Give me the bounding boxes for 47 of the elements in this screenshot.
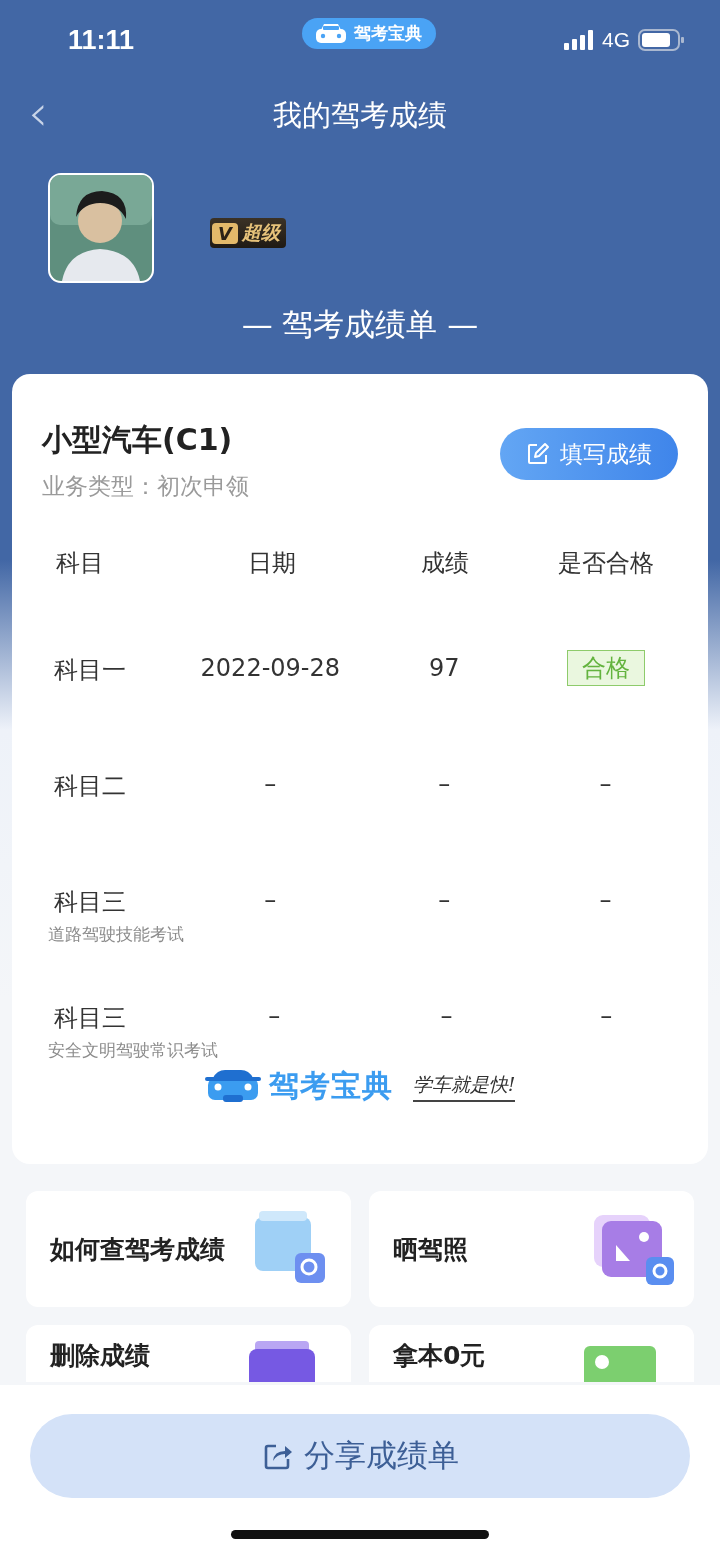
shortcut-tile[interactable]: 晒驾照 — [369, 1191, 694, 1307]
table-cell: – — [440, 1002, 453, 1030]
table-cell: – — [599, 886, 612, 914]
table-cell: 97 — [428, 654, 460, 682]
section-title: — 驾考成绩单 — — [240, 305, 480, 344]
network-label: 4G — [602, 28, 630, 52]
column-header: 是否合格 — [556, 548, 655, 579]
signal-icon — [564, 30, 594, 50]
shortcut-tile[interactable]: 拿本0元 — [369, 1325, 694, 1382]
shortcut-tile[interactable]: 删除成绩 — [26, 1325, 351, 1382]
table-cell: – — [264, 886, 277, 914]
column-header: 科目 — [55, 548, 105, 579]
vip-badge: V 超级 — [210, 218, 286, 248]
column-header: 日期 — [246, 548, 297, 579]
table-cell: – — [438, 770, 451, 798]
car-icon — [314, 22, 349, 44]
tile-label: 删除成绩 — [50, 1340, 150, 1372]
subject-name: 科目二 — [53, 771, 127, 802]
money-tile-icon — [584, 1346, 656, 1382]
business-type: 业务类型：初次申领 — [42, 472, 249, 501]
tile-label: 晒驾照 — [393, 1233, 468, 1266]
battery-icon — [638, 29, 684, 51]
pass-tag: 合格 — [566, 650, 645, 686]
table-cell: – — [268, 1002, 281, 1030]
license-type: 小型汽车(C1) — [42, 421, 234, 459]
subject-note: 安全文明驾驶常识考试 — [48, 1039, 218, 1062]
table-cell: 2022-09-28 — [200, 654, 341, 682]
shortcut-tile[interactable]: 如何查驾考成绩 — [26, 1191, 351, 1307]
subject-name: 科目一 — [53, 655, 127, 686]
tile-label: 如何查驾考成绩 — [50, 1233, 225, 1266]
brand-logo: 驾考宝典 — [268, 1067, 393, 1105]
column-header: 成绩 — [420, 548, 470, 579]
table-cell: – — [438, 886, 451, 914]
back-button[interactable]: ‹ — [20, 88, 56, 138]
subject-name: 科目三 — [53, 887, 127, 918]
subject-name: 科目三 — [53, 1003, 127, 1034]
page-title: 我的驾考成绩 — [273, 97, 447, 134]
table-cell: – — [264, 770, 277, 798]
table-cell: – — [599, 770, 612, 798]
table-cell: – — [600, 1002, 613, 1030]
slogan: 学车就是快! — [412, 1071, 516, 1102]
tile-label: 拿本0元 — [393, 1340, 486, 1372]
delete-tile-icon — [249, 1341, 315, 1382]
share-button[interactable]: 分享成绩单 — [30, 1414, 690, 1498]
status-time: 11:11 — [68, 24, 135, 56]
subject-note: 道路驾驶技能考试 — [48, 923, 184, 946]
edit-icon — [526, 442, 550, 466]
